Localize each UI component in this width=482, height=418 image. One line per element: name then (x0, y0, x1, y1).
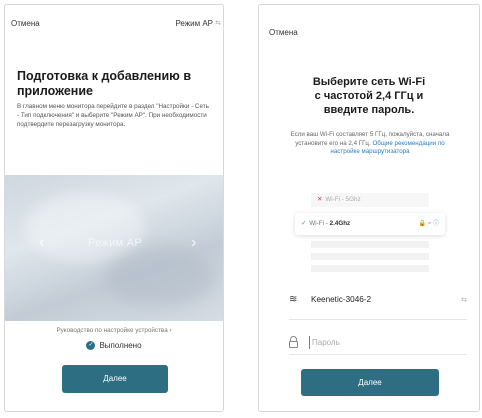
left-cancel-link[interactable]: Отмена (11, 19, 40, 28)
divider (289, 354, 467, 355)
placeholder-row (311, 253, 429, 260)
page-title: Выберите сеть Wi-Fi с частотой 2,4 ГГц и… (259, 75, 479, 117)
cross-icon: ✕ (317, 196, 323, 203)
left-top-bar: Отмена Режим AP ⇆ (5, 5, 223, 41)
network-selector[interactable]: ≋ Keenetic-3046-2 ⇆ (289, 294, 467, 308)
setup-guide-link[interactable]: Руководство по настройке устройства › (5, 327, 223, 334)
wifi-setup-screen: Отмена Выберите сеть Wi-Fi с частотой 2,… (258, 4, 480, 412)
right-next-button[interactable]: Далее (301, 369, 439, 396)
left-next-button[interactable]: Далее (62, 365, 168, 393)
wifi-illustration: ✕ Wi-Fi - 5Ghz ✓ Wi-Fi - 2.4Ghz 🔒 ≈ ⓘ (295, 193, 445, 273)
wifi-5ghz-row: ✕ Wi-Fi - 5Ghz (311, 193, 429, 207)
password-row (289, 336, 467, 350)
switch-icon[interactable]: ⇆ (215, 19, 221, 27)
ap-mode-banner: ‹ Режим AP › (5, 175, 223, 321)
info-icon: ⓘ (432, 221, 439, 227)
page-title: Подготовка к добавлению в приложение (17, 69, 191, 98)
placeholder-row (311, 265, 429, 272)
divider (289, 319, 467, 320)
chevron-right-icon[interactable]: › (191, 235, 196, 251)
title-line: введите пароль. (323, 104, 415, 116)
instructions-text: В главном меню монитора перейдите в разд… (17, 103, 209, 129)
ap-mode-screen: Отмена Режим AP ⇆ Подготовка к добавлени… (4, 4, 224, 412)
frequency-note: Если ваш Wi-Fi составляет 5 ГГц, пожалуй… (285, 131, 455, 157)
password-input[interactable] (309, 336, 459, 349)
ap-mode-link[interactable]: Режим AP (175, 19, 213, 28)
title-line: с частотой 2,4 ГГц и (314, 90, 424, 102)
wifi-24ghz-prefix: Wi-Fi - (309, 220, 330, 227)
wifi-row-icons: 🔒 ≈ ⓘ (419, 213, 439, 235)
check-circle-icon: ✓ (86, 341, 96, 351)
done-checkbox[interactable]: ✓ Выполнено (5, 341, 223, 351)
done-label: Выполнено (99, 341, 142, 350)
check-icon: ✓ (301, 220, 307, 227)
network-name: Keenetic-3046-2 (311, 295, 372, 304)
wifi-5ghz-label: Wi-Fi - 5Ghz (325, 196, 361, 203)
lock-wifi-icons: 🔒 ≈ (418, 221, 432, 227)
wifi-24ghz-row: ✓ Wi-Fi - 2.4Ghz 🔒 ≈ ⓘ (295, 213, 445, 235)
wifi-24ghz-band: 2.4Ghz (329, 220, 351, 227)
lock-icon (289, 336, 298, 348)
title-line: Выберите сеть Wi-Fi (312, 76, 426, 88)
switch-network-icon[interactable]: ⇆ (461, 296, 467, 304)
right-cancel-link[interactable]: Отмена (269, 28, 298, 37)
wifi-icon: ≋ (289, 294, 298, 305)
placeholder-row (311, 241, 429, 248)
